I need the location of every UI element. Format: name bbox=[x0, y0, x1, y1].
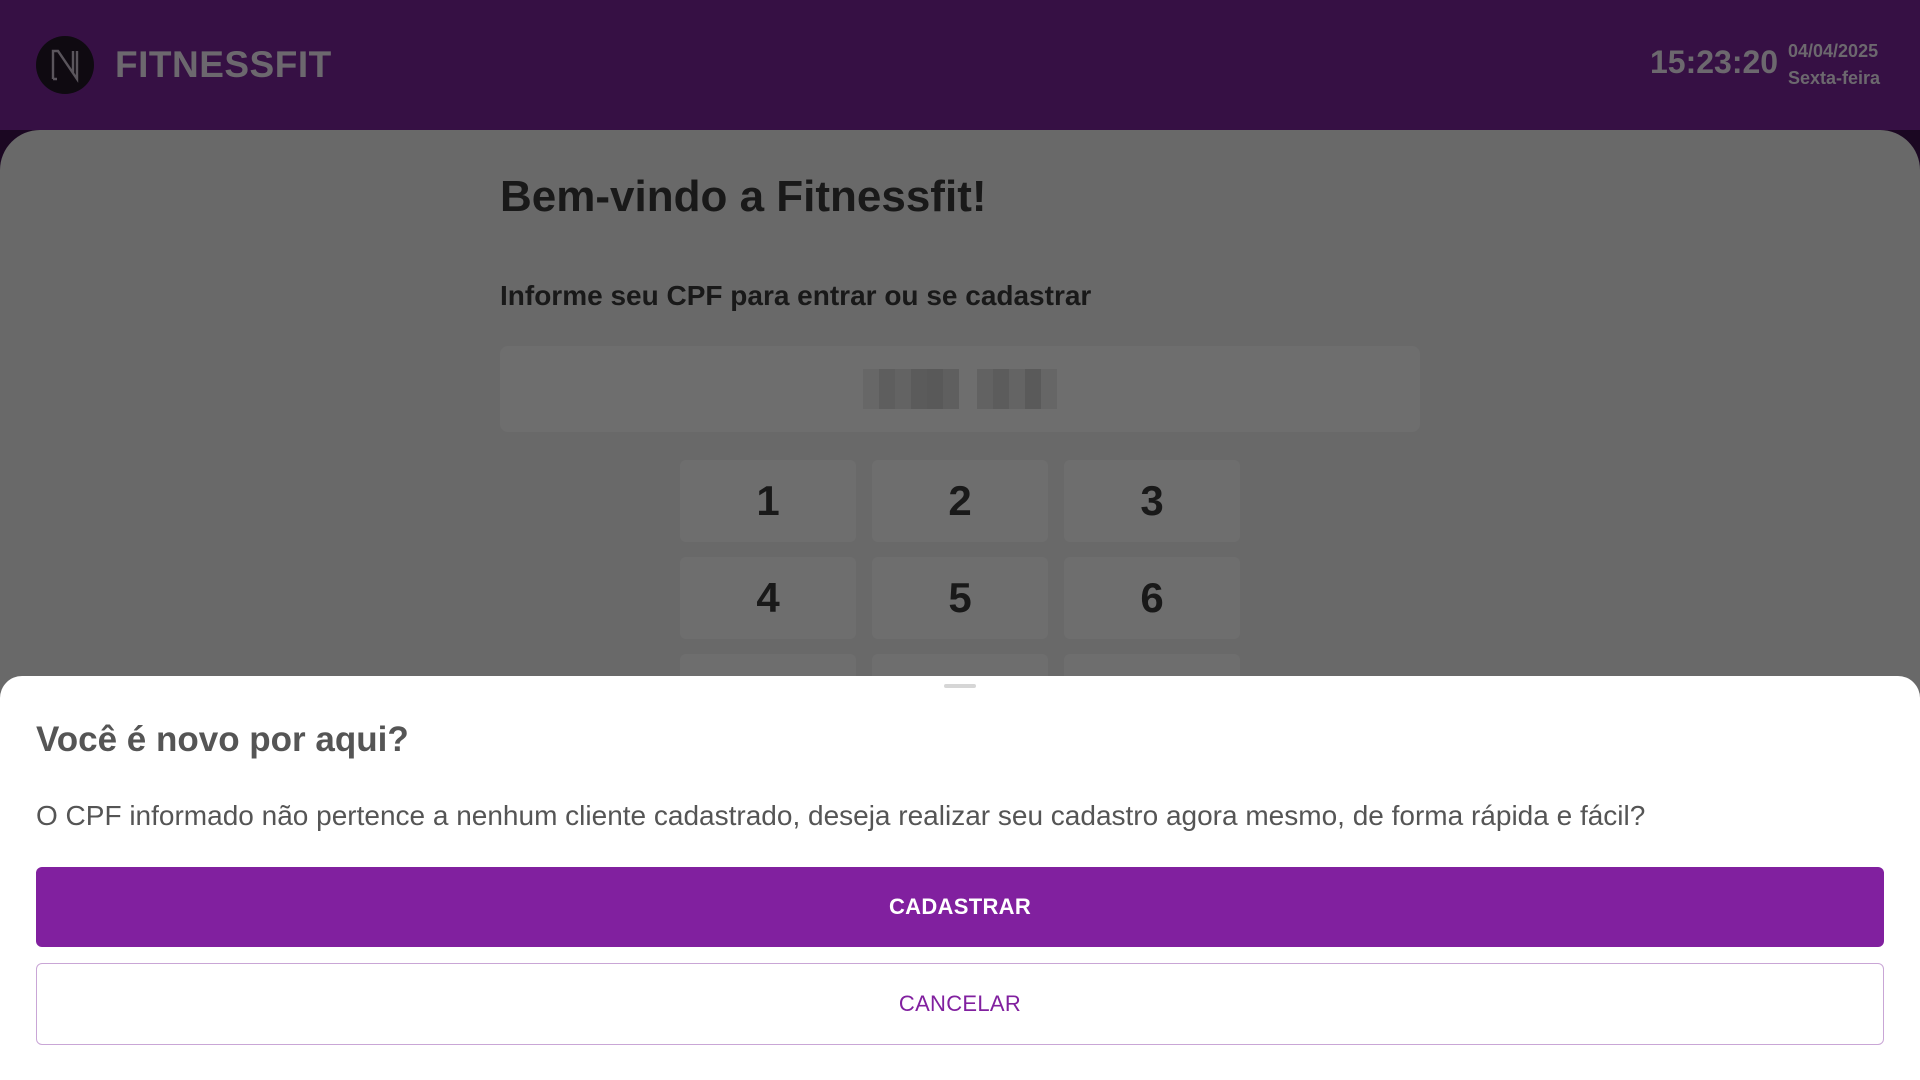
cancel-button[interactable]: CANCELAR bbox=[36, 963, 1884, 1045]
sheet-title: Você é novo por aqui? bbox=[36, 720, 409, 759]
app-root: FITNESSFIT 15:23:20 04/04/2025 Sexta-fei… bbox=[0, 0, 1920, 1080]
register-button[interactable]: CADASTRAR bbox=[36, 867, 1884, 947]
sheet-message: O CPF informado não pertence a nenhum cl… bbox=[36, 800, 1646, 831]
new-user-bottom-sheet: Você é novo por aqui? O CPF informado nã… bbox=[0, 676, 1920, 1080]
sheet-drag-handle[interactable] bbox=[944, 684, 976, 688]
